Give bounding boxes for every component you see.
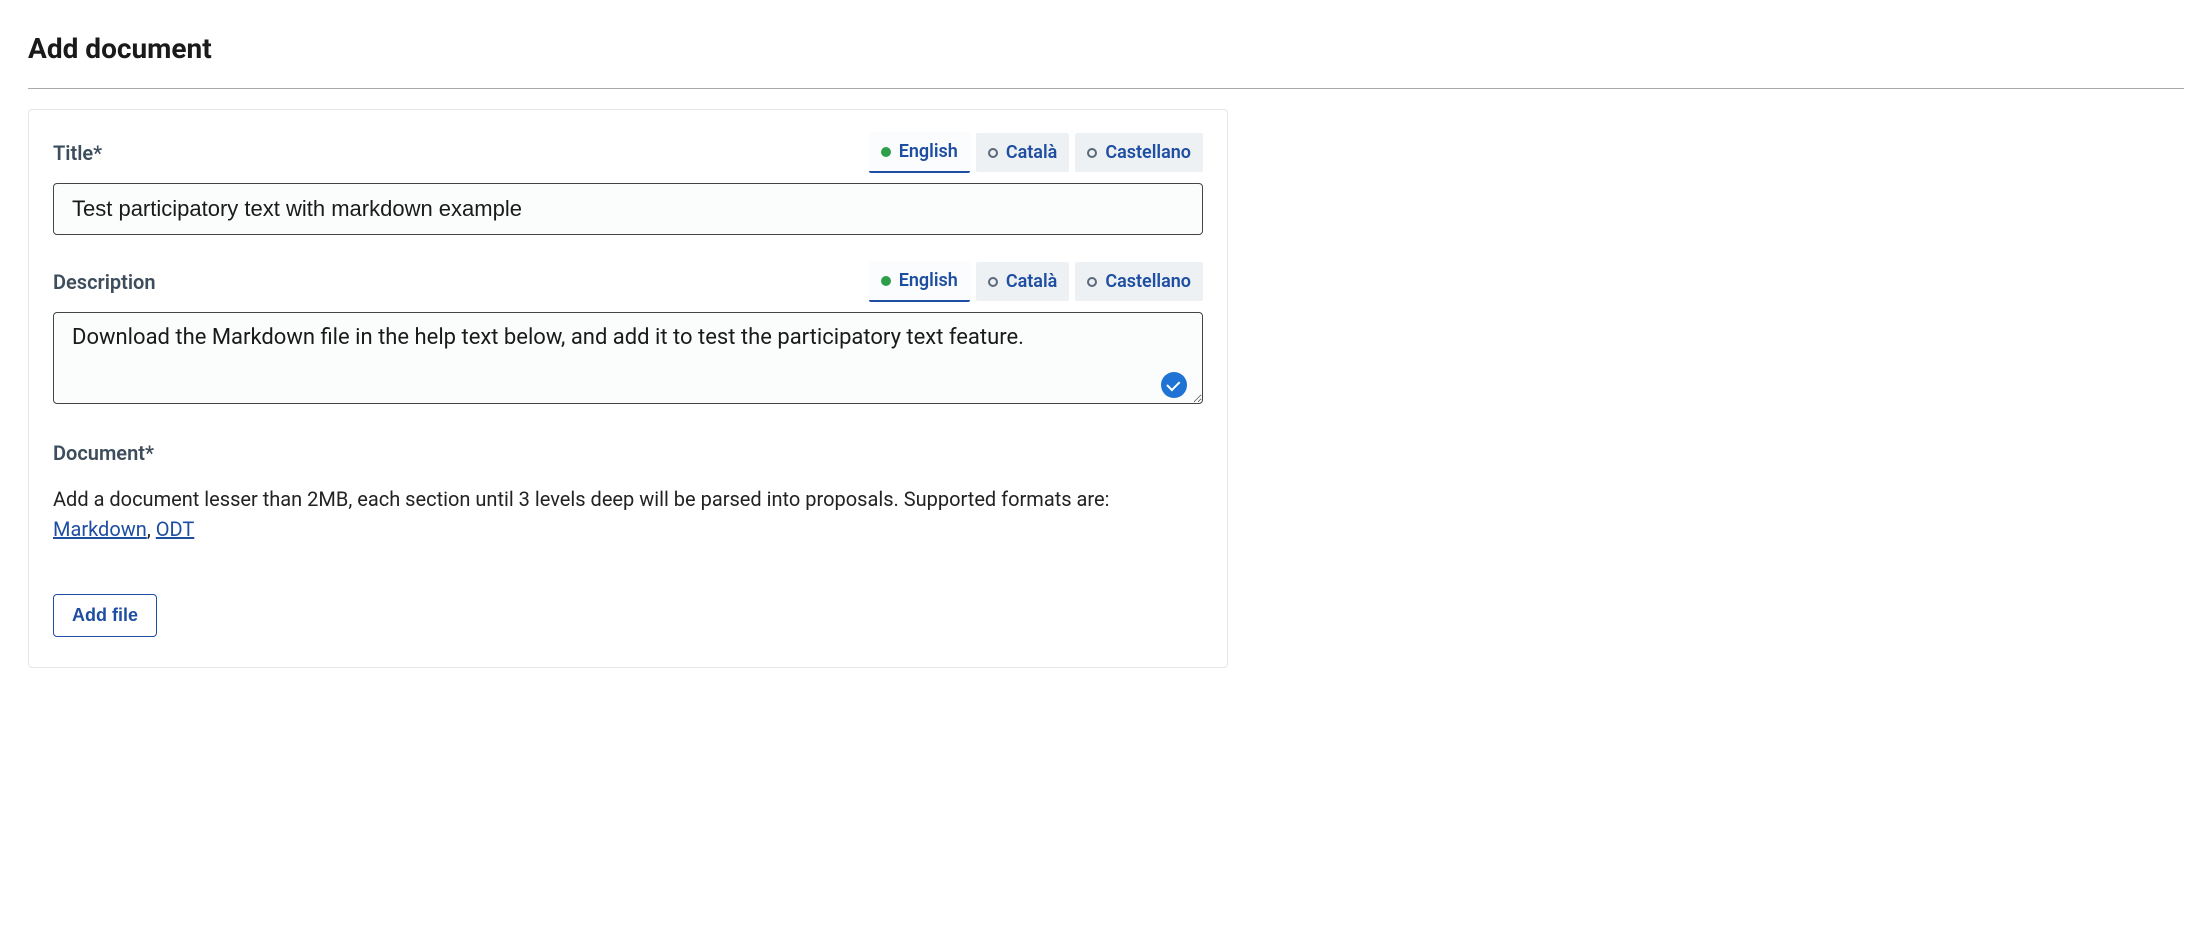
help-text-prefix: Add a document lesser than 2MB, each sec… [53, 487, 1109, 511]
tab-castellano[interactable]: Castellano [1075, 133, 1203, 172]
title-input[interactable] [53, 183, 1203, 235]
title-field-block: Title* English Català Castellano [53, 132, 1203, 235]
tab-label: English [899, 267, 958, 294]
description-label: Description [53, 267, 156, 297]
tab-catala[interactable]: Català [976, 133, 1070, 172]
tab-label: Català [1006, 268, 1058, 295]
dot-empty-icon [988, 148, 998, 158]
help-text-sep: , [147, 517, 156, 541]
description-language-tabs: English Català Castellano [869, 261, 1203, 302]
page-title: Add document [28, 28, 2184, 70]
title-label: Title* [53, 138, 102, 168]
description-label-row: Description English Català Castellano [53, 261, 1203, 302]
tab-label: English [899, 138, 958, 165]
form-card: Title* English Català Castellano [28, 109, 1228, 668]
document-help-text: Add a document lesser than 2MB, each sec… [53, 484, 1203, 544]
tab-label: Castellano [1105, 139, 1191, 166]
description-input[interactable] [53, 312, 1203, 404]
tab-english[interactable]: English [869, 261, 970, 302]
tab-castellano[interactable]: Castellano [1075, 262, 1203, 301]
dot-empty-icon [988, 277, 998, 287]
title-language-tabs: English Català Castellano [869, 132, 1203, 173]
tab-label: Català [1006, 139, 1058, 166]
tab-label: Castellano [1105, 268, 1191, 295]
tab-catala[interactable]: Català [976, 262, 1070, 301]
title-label-row: Title* English Català Castellano [53, 132, 1203, 173]
dot-filled-icon [881, 147, 891, 157]
description-field-block: Description English Català Castellano [53, 261, 1203, 412]
dot-filled-icon [881, 276, 891, 286]
markdown-link[interactable]: Markdown [53, 517, 147, 541]
document-label: Document* [53, 438, 154, 468]
document-field-block: Document* Add a document lesser than 2MB… [53, 438, 1203, 637]
dot-empty-icon [1087, 277, 1097, 287]
dot-empty-icon [1087, 148, 1097, 158]
tab-english[interactable]: English [869, 132, 970, 173]
add-file-button[interactable]: Add file [53, 594, 157, 637]
odt-link[interactable]: ODT [156, 517, 195, 541]
divider [28, 88, 2184, 89]
